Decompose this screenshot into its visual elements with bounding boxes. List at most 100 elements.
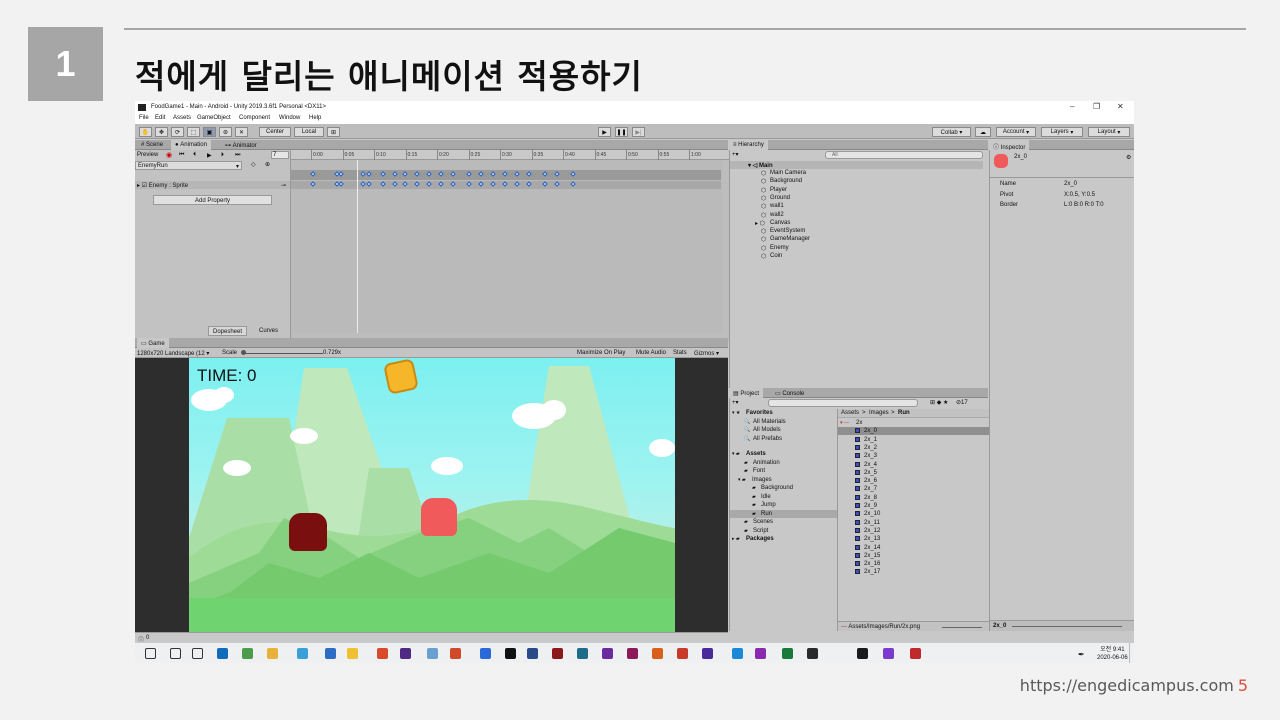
- timeline-pane[interactable]: 0:00 0:05 0:10 0:15 0:20 0:25 0:30 0:35 0:40 0:45…: [290, 150, 729, 342]
- tab-game[interactable]: ▭ Game: [137, 338, 169, 348]
- keyframe-diamond[interactable]: [526, 171, 532, 177]
- tab-animation[interactable]: ● Animation: [171, 140, 211, 150]
- keyframe-diamond[interactable]: [526, 181, 532, 187]
- keyframe-diamond[interactable]: [438, 181, 444, 187]
- scale-slider-handle[interactable]: [241, 350, 246, 355]
- aftereffects-icon[interactable]: [602, 648, 613, 659]
- field-pivot-value[interactable]: X:0.5, Y:0.5: [1064, 192, 1095, 198]
- frame-field[interactable]: 7: [271, 151, 289, 159]
- sprite-file-item[interactable]: 2x_6: [838, 477, 989, 485]
- project-folder-item[interactable]: 🔍 All Materials: [730, 418, 837, 426]
- project-folder-item[interactable]: ▾ ▰ Assets: [730, 450, 837, 458]
- add-property-button[interactable]: Add Property: [153, 195, 272, 205]
- keyframe-diamond[interactable]: [360, 181, 366, 187]
- menu-window[interactable]: Window: [279, 115, 300, 121]
- scale-slider[interactable]: [243, 353, 323, 354]
- sprite-file-item[interactable]: 2x_2: [838, 444, 989, 452]
- filter-icons[interactable]: ⊞ ◆ ★: [930, 399, 948, 406]
- hand-tool-icon[interactable]: ✋: [139, 127, 152, 137]
- project-add-button[interactable]: +▾: [732, 399, 739, 406]
- property-row[interactable]: ▸ ☑ Enemy : Sprite ⊸: [135, 181, 290, 189]
- tab-hierarchy[interactable]: ≡ Hierarchy: [729, 140, 768, 150]
- keyframe-diamond[interactable]: [338, 171, 344, 177]
- scale-tool-icon[interactable]: ⬚: [187, 127, 200, 137]
- hierarchy-item[interactable]: ⬡ Coin: [730, 252, 983, 260]
- add-keyframe-icon[interactable]: ◇: [251, 161, 256, 168]
- app-icon[interactable]: [427, 648, 438, 659]
- stats-toggle[interactable]: Stats: [673, 350, 687, 356]
- game-scene[interactable]: TIME: 0: [189, 358, 675, 632]
- project-folder-item[interactable]: ▰ Scenes: [730, 518, 837, 526]
- keyframe-diamond[interactable]: [554, 171, 560, 177]
- breadcrumb-images[interactable]: Images: [869, 410, 889, 416]
- app-icon[interactable]: [807, 648, 818, 659]
- animate-icon[interactable]: [552, 648, 563, 659]
- custom-tool-icon[interactable]: ✕: [235, 127, 248, 137]
- project-folder-item[interactable]: ▰ Run: [730, 509, 837, 518]
- project-folder-item[interactable]: ▰ Jump: [730, 501, 837, 509]
- playhead-line[interactable]: [357, 160, 358, 335]
- onenote-icon[interactable]: [755, 648, 766, 659]
- mute-audio-toggle[interactable]: Mute Audio: [636, 350, 666, 356]
- snap-icon[interactable]: ⊞: [327, 127, 340, 137]
- hierarchy-item[interactable]: ⬡ Background: [730, 177, 983, 185]
- task-view-icon[interactable]: [192, 648, 203, 659]
- keyframe-diamond[interactable]: [554, 181, 560, 187]
- hierarchy-item[interactable]: ⬡ GameManager: [730, 235, 983, 243]
- first-key-icon[interactable]: ⏮: [179, 152, 184, 159]
- mail-icon[interactable]: [217, 648, 228, 659]
- sprite-file-item[interactable]: 2x_14: [838, 544, 989, 552]
- menu-gameobject[interactable]: GameObject: [197, 115, 231, 121]
- tab-inspector[interactable]: ⓘ Inspector: [989, 140, 1030, 151]
- game-view[interactable]: TIME: 0: [135, 358, 728, 632]
- menu-component[interactable]: Component: [239, 115, 270, 121]
- keyframe-diamond[interactable]: [426, 181, 432, 187]
- tab-console[interactable]: ▭ Console: [771, 388, 808, 398]
- sprite-file-item[interactable]: 2x_10: [838, 510, 989, 518]
- vscode-icon[interactable]: [480, 648, 491, 659]
- hierarchy-item[interactable]: ⬡ EventSystem: [730, 227, 983, 235]
- curves-tab[interactable]: Curves: [250, 326, 287, 336]
- menu-assets[interactable]: Assets: [173, 115, 191, 121]
- filezilla-icon[interactable]: [910, 648, 921, 659]
- maximize-button[interactable]: ❐: [1093, 102, 1100, 111]
- preview-slider[interactable]: [1012, 626, 1122, 627]
- layout-dropdown[interactable]: Layout ▾: [1088, 127, 1130, 137]
- sprite-file-item[interactable]: 2x_16: [838, 560, 989, 568]
- search-icon[interactable]: [170, 648, 181, 659]
- transform-tool-icon[interactable]: ⊛: [219, 127, 232, 137]
- sprite-file-item[interactable]: 2x_5: [838, 469, 989, 477]
- indesign-icon[interactable]: [627, 648, 638, 659]
- keyframe-diamond[interactable]: [366, 181, 372, 187]
- clip-dropdown[interactable]: EnemyRun ▾: [135, 161, 242, 170]
- field-border-value[interactable]: L:0 B:0 R:0 T:0: [1064, 202, 1104, 208]
- preview-button[interactable]: Preview: [137, 152, 158, 158]
- tab-project[interactable]: ▤ Project: [729, 388, 764, 398]
- scene-row[interactable]: ▾ ◁ Main: [730, 161, 983, 169]
- tab-scene[interactable]: # Scene: [137, 140, 167, 150]
- hierarchy-item[interactable]: ▸ ⬡ Canvas: [730, 219, 983, 227]
- menu-help[interactable]: Help: [309, 115, 321, 121]
- keyframe-diamond[interactable]: [402, 181, 408, 187]
- keyframe-diamond[interactable]: [450, 181, 456, 187]
- keyframe-diamond[interactable]: [490, 171, 496, 177]
- sprite-file-item[interactable]: 2x_7: [838, 485, 989, 493]
- audition-icon[interactable]: [577, 648, 588, 659]
- acrobat-icon[interactable]: [677, 648, 688, 659]
- hierarchy-item[interactable]: ⬡ Ground: [730, 194, 983, 202]
- show-desktop-button[interactable]: [1129, 643, 1134, 663]
- keyframe-diamond[interactable]: [478, 181, 484, 187]
- project-folder-item[interactable]: ▰ Script: [730, 527, 837, 535]
- pause-button[interactable]: ❚❚: [615, 127, 628, 137]
- breadcrumb-run[interactable]: Run: [898, 410, 910, 416]
- sprite-file-item[interactable]: 2x_11: [838, 519, 989, 527]
- app-icon[interactable]: [732, 648, 743, 659]
- pivot-center-button[interactable]: Center: [259, 127, 291, 137]
- account-dropdown[interactable]: Account ▾: [996, 127, 1036, 137]
- project-folder-item[interactable]: ▾ ★ Favorites: [730, 409, 837, 417]
- keyframe-diamond[interactable]: [570, 181, 576, 187]
- keyframe-diamond[interactable]: [514, 171, 520, 177]
- hierarchy-item[interactable]: ⬡ Main Camera: [730, 169, 983, 177]
- keyframe-diamond[interactable]: [360, 171, 366, 177]
- keyframe-diamond[interactable]: [402, 171, 408, 177]
